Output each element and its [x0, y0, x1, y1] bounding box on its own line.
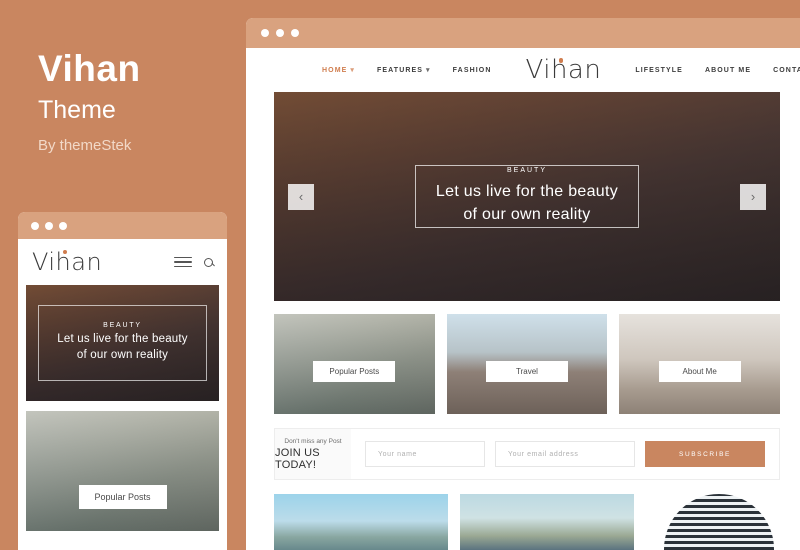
promo-subtitle: Theme: [38, 96, 116, 124]
slider-prev-button[interactable]: ‹: [288, 183, 314, 210]
newsletter-form: Your name Your email address SUBSCRIBE: [351, 429, 779, 479]
mobile-logo-text: Vihan: [32, 248, 103, 276]
mobile-site-header: Vihan: [18, 239, 227, 285]
nav-item-about-me-label: ABOUT ME: [704, 66, 752, 74]
search-icon[interactable]: [204, 257, 213, 267]
mobile-hero-slide[interactable]: BEAUTY Let us live for the beauty of our…: [26, 285, 219, 401]
newsletter-eyebrow: Don't miss any Post: [284, 437, 342, 445]
nav-item-features-label: FEATURES: [377, 66, 424, 74]
desktop-hero-title-line1: Let us live for the beauty: [435, 182, 619, 200]
desktop-hero-title-line2: of our own reality: [463, 206, 591, 223]
chevron-down-icon: ▾: [426, 66, 431, 74]
newsletter-heading: JOIN US TODAY!: [275, 446, 320, 471]
mobile-logo[interactable]: Vihan: [32, 248, 102, 276]
hamburger-icon[interactable]: [174, 256, 192, 268]
mobile-hero-caption: BEAUTY Let us live for the beauty of our…: [38, 305, 207, 381]
promo-title: Vihan: [38, 48, 141, 89]
desktop-hero-title: Let us live for the beauty of our own re…: [436, 180, 618, 226]
nav-item-fashion[interactable]: FASHION: [453, 67, 492, 74]
nav-item-home[interactable]: HOME ▾: [322, 67, 355, 74]
window-dot-yellow: [276, 29, 284, 37]
post-grid-row: [274, 494, 780, 550]
mobile-category-card-label: Popular Posts: [78, 485, 167, 509]
nav-item-about-me[interactable]: ABOUT ME: [705, 67, 751, 74]
desktop-mockup: HOME ▾ FEATURES ▾ FASHION Vihan LIFESTYL…: [246, 18, 800, 550]
newsletter-section: Don't miss any Post JOIN US TODAY! Your …: [274, 428, 780, 480]
post-thumbnail-1[interactable]: [274, 494, 448, 550]
category-card-label: Travel: [486, 361, 568, 382]
nav-item-features[interactable]: FEATURES ▾: [377, 67, 431, 74]
post-thumbnail-2[interactable]: [460, 494, 634, 550]
newsletter-email-input[interactable]: Your email address: [495, 441, 635, 467]
window-dot-red: [31, 221, 39, 230]
primary-nav-left: HOME ▾ FEATURES ▾ FASHION: [322, 67, 492, 74]
desktop-hero-caption: BEAUTY Let us live for the beauty of our…: [415, 165, 639, 228]
nav-item-lifestyle[interactable]: LIFESTYLE: [635, 67, 683, 74]
logo-dot-icon: [63, 250, 67, 254]
desktop-logo-text: Vihan: [525, 55, 602, 85]
desktop-browser-bar: [246, 18, 800, 48]
desktop-hero-category: BEAUTY: [506, 166, 547, 174]
desktop-logo[interactable]: Vihan: [526, 55, 602, 85]
post-avatar-thumbnail[interactable]: [664, 494, 774, 550]
mobile-hero-title: Let us live for the beauty of our own re…: [57, 332, 188, 363]
primary-nav-right: LIFESTYLE ABOUT ME CONTACT: [635, 67, 800, 74]
window-dot-yellow: [45, 221, 53, 230]
nav-item-home-label: HOME: [322, 66, 348, 74]
nav-item-contact-label: CONTACT: [773, 66, 800, 74]
mobile-browser-bar: [18, 212, 227, 239]
category-card-travel[interactable]: Travel: [446, 314, 608, 414]
category-card-row: Popular Posts Travel About Me: [274, 314, 781, 414]
desktop-site-header: HOME ▾ FEATURES ▾ FASHION Vihan LIFESTYL…: [246, 48, 800, 92]
mobile-hero-category: BEAUTY: [103, 322, 142, 330]
promo-author: By themeStek: [38, 137, 132, 154]
mobile-hero-title-line1: Let us live for the beauty: [57, 333, 188, 346]
newsletter-heading-block: Don't miss any Post JOIN US TODAY!: [275, 429, 351, 479]
mobile-mockup: Vihan BEAUTY Let us live for the beauty …: [18, 212, 227, 550]
category-card-label: About Me: [658, 361, 741, 382]
newsletter-name-input[interactable]: Your name: [365, 441, 485, 467]
category-card-label: Popular Posts: [313, 361, 396, 382]
mobile-category-card[interactable]: Popular Posts: [26, 411, 219, 531]
logo-dot-icon: [558, 58, 563, 63]
nav-item-lifestyle-label: LIFESTYLE: [635, 66, 683, 74]
category-card-popular-posts[interactable]: Popular Posts: [274, 314, 435, 414]
slider-next-button[interactable]: ›: [740, 183, 766, 210]
mobile-hero-title-line2: of our own reality: [76, 349, 169, 361]
window-dot-red: [261, 29, 269, 37]
nav-item-fashion-label: FASHION: [452, 66, 492, 74]
chevron-down-icon: ▾: [350, 66, 356, 74]
window-dot-green: [291, 29, 299, 37]
window-dot-green: [59, 221, 67, 230]
mobile-header-icons: [174, 256, 213, 268]
desktop-hero-slider[interactable]: ‹ BEAUTY Let us live for the beauty of o…: [274, 92, 780, 301]
subscribe-button[interactable]: SUBSCRIBE: [645, 441, 765, 467]
nav-item-contact[interactable]: CONTACT: [773, 67, 800, 74]
category-card-about-me[interactable]: About Me: [619, 314, 781, 414]
